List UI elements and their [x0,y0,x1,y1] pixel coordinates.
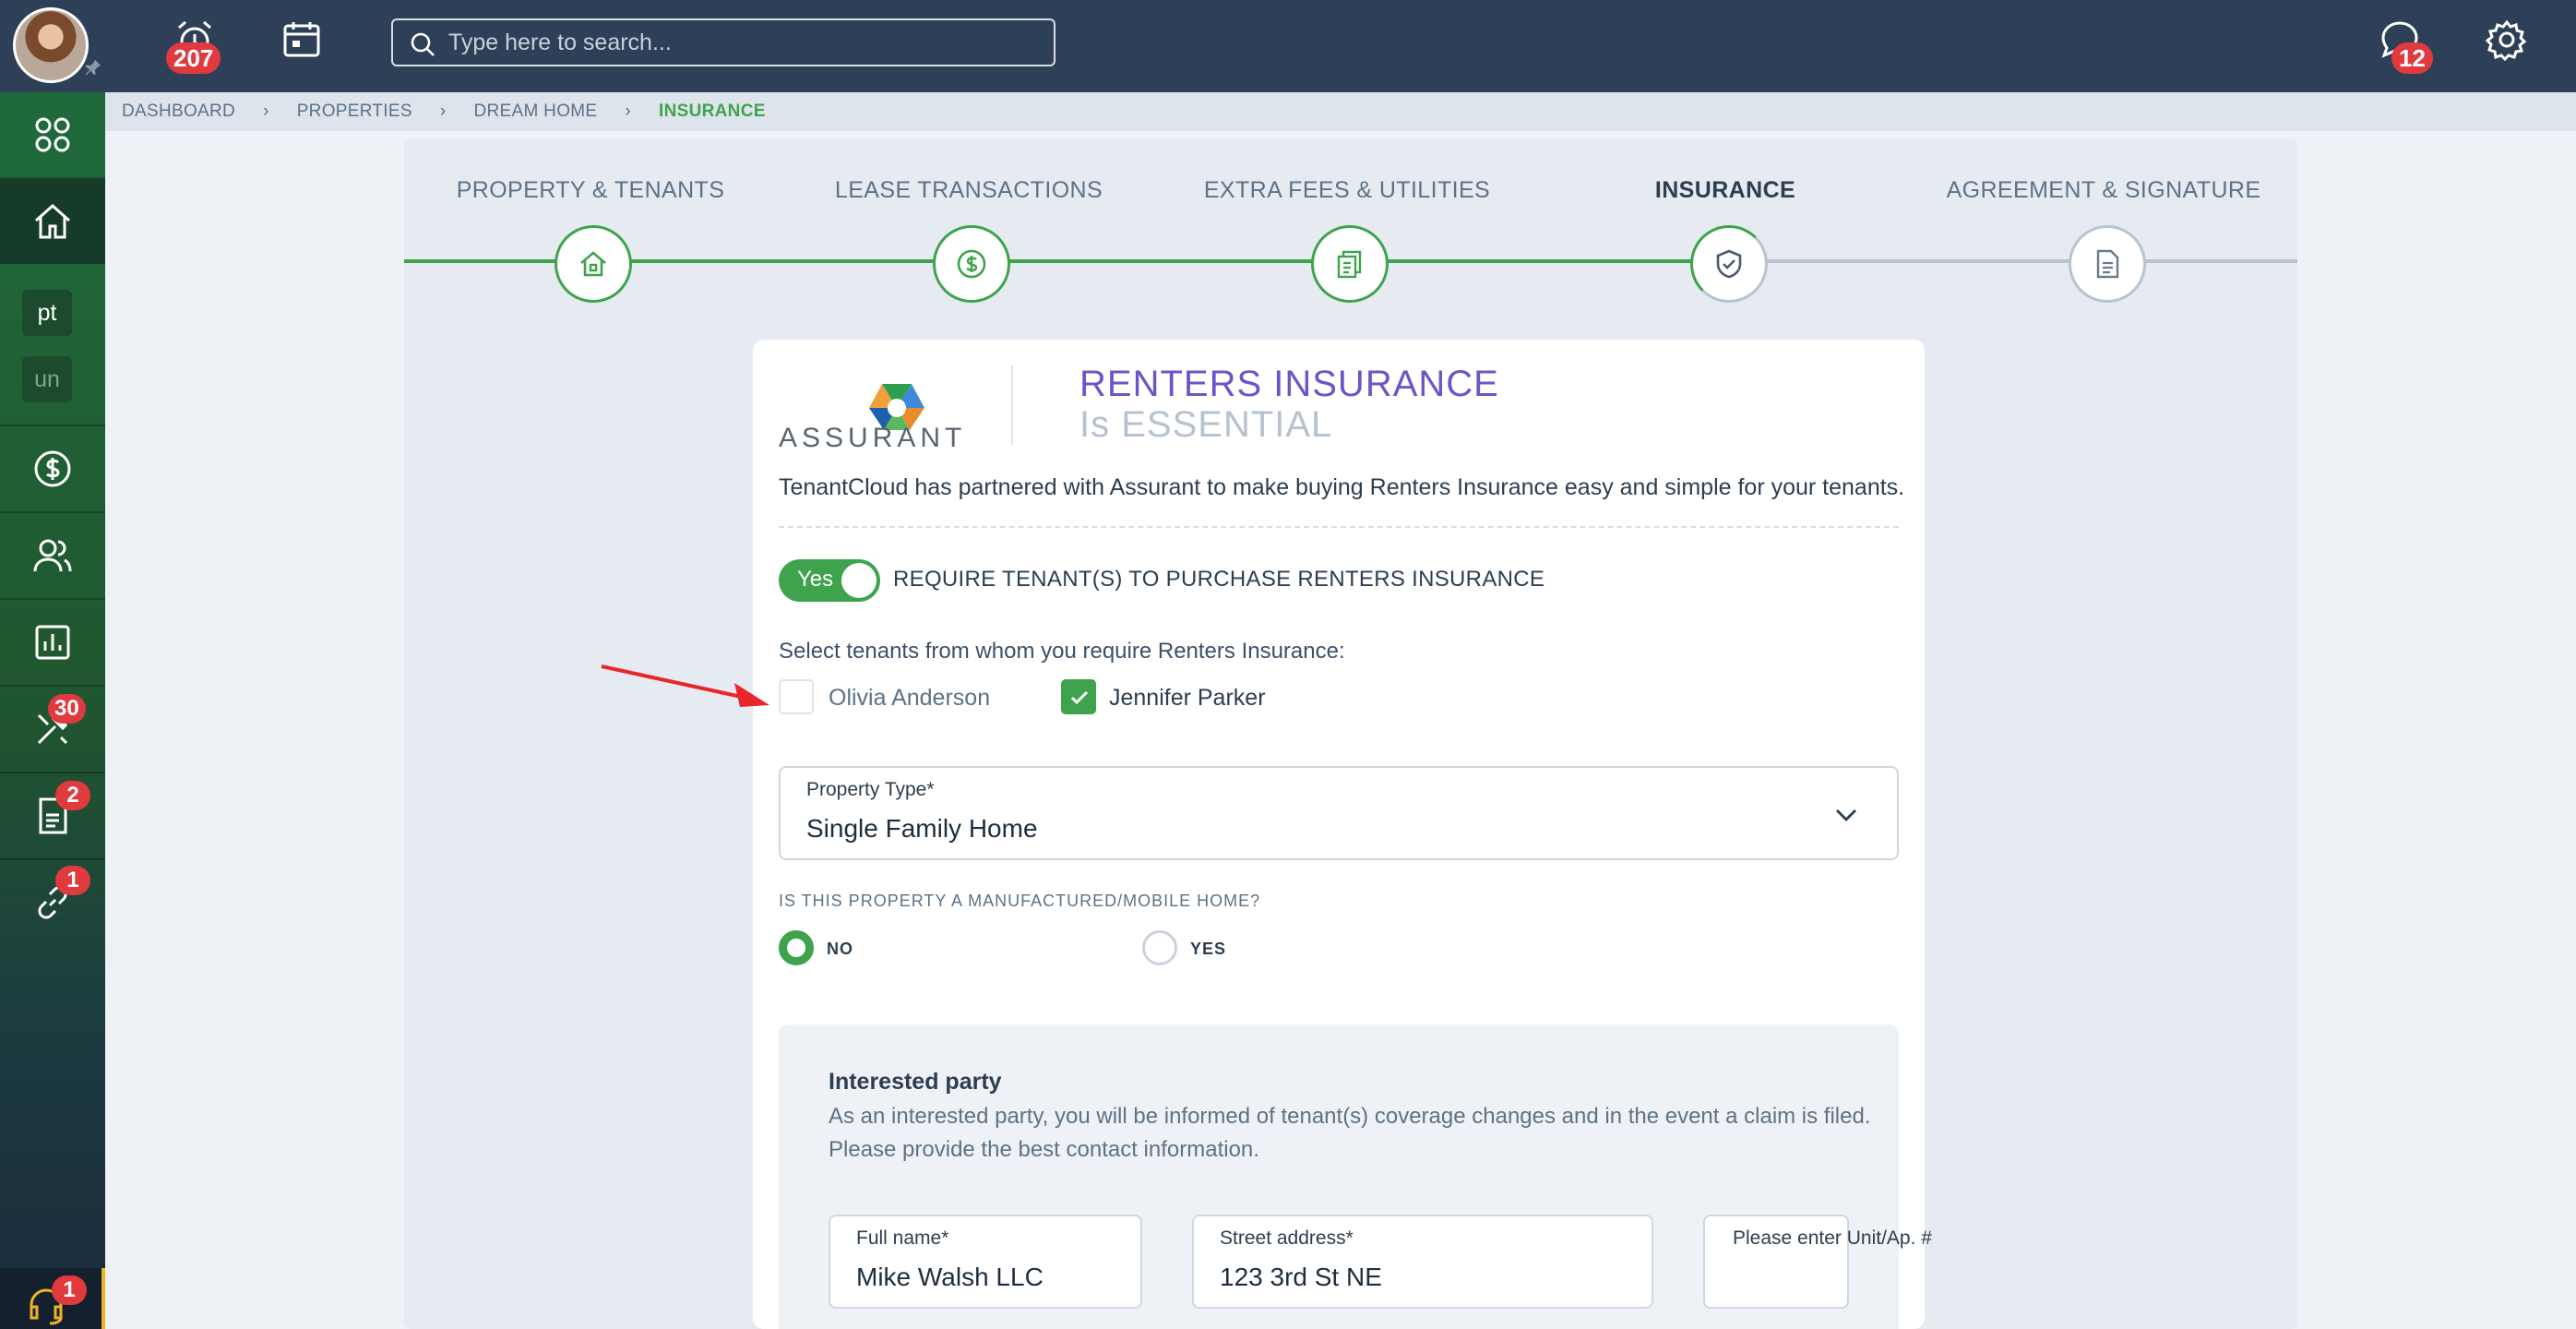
sidebar: pt un 30 2 1 1 [0,92,105,1329]
toggle-value: Yes [797,567,834,592]
alarm-badge: 207 [166,42,221,74]
calendar-icon[interactable] [280,18,323,61]
shield-check-icon [1716,249,1742,279]
messages-badge: 12 [2391,42,2433,74]
step-label-property-tenants[interactable]: PROPERTY & TENANTS [406,177,775,204]
step-label-agreement[interactable]: AGREEMENT & SIGNATURE [1919,177,2288,204]
unit-field[interactable]: Please enter Unit/Ap. # [1703,1215,1932,1309]
street-address-value: 123 3rd St NE [1220,1263,1382,1291]
sidebar-item-accounting[interactable] [0,426,105,511]
require-insurance-toggle[interactable]: Yes [779,559,880,602]
bills-icon [1337,250,1362,279]
pin-icon[interactable] [83,57,103,78]
breadcrumb-dashboard[interactable]: DASHBOARD [122,102,235,122]
radio-label-yes[interactable]: YES [1190,940,1226,959]
sidebar-item-contacts[interactable] [0,513,105,598]
step-label-insurance[interactable]: INSURANCE [1541,177,1910,204]
step-lease-transactions[interactable] [933,225,1010,303]
radio-label-no[interactable]: NO [827,940,853,959]
documents-badge: 2 [55,781,90,810]
step-insurance[interactable] [1690,225,1768,303]
unit-label: Please enter Unit/Ap. # [1733,1227,1932,1249]
sidebar-item-apps[interactable] [0,92,105,177]
toggle-knob [841,563,877,598]
dollar-icon [957,249,986,279]
assurant-wordmark: ASSURANT [779,423,967,453]
radio-mobile-no[interactable] [779,930,814,965]
tenant-checkbox-jennifer[interactable] [1061,679,1096,714]
step-extra-fees[interactable] [1311,225,1389,303]
step-agreement[interactable] [2069,225,2146,303]
links-badge: 1 [55,866,90,895]
gear-icon[interactable] [2486,18,2528,61]
breadcrumb: DASHBOARD › PROPERTIES › DREAM HOME › IN… [105,92,2576,131]
interested-party-title: Interested party [829,1069,1002,1095]
check-icon [1070,690,1089,705]
insurance-card: ASSURANT RENTERS INSURANCE Is ESSENTIAL … [753,340,1932,1329]
stepper-remaining-line [1729,259,2297,263]
interested-party-section: Interested party As an interested party,… [779,1024,1932,1329]
users-icon [33,539,72,572]
home-icon [35,203,70,239]
chevron-right-icon: › [263,102,269,121]
property-type-label: Property Type* [806,779,935,800]
grid-icon [35,117,70,152]
support-button[interactable]: 1 [0,1268,105,1329]
chevron-down-icon [1836,809,1856,821]
step-property-tenants[interactable] [555,225,632,303]
step-label-extra-fees[interactable]: EXTRA FEES & UTILITIES [1163,177,1532,204]
dollar-circle-icon [34,450,71,487]
radio-mobile-yes[interactable] [1142,930,1177,965]
select-tenants-label: Select tenants from whom you require Ren… [779,639,1345,664]
property-type-select[interactable]: Property Type* Single Family Home [779,766,1899,860]
search-icon [411,32,435,56]
support-badge: 1 [52,1275,87,1305]
breadcrumb-properties[interactable]: PROPERTIES [297,102,412,122]
sidebar-chip-un[interactable]: un [22,356,72,402]
sidebar-item-documents[interactable] [0,773,105,858]
tenant-name-jennifer[interactable]: Jennifer Parker [1109,685,1266,712]
search-box[interactable] [391,18,1055,66]
full-name-field[interactable]: Full name* Mike Walsh LLC [829,1215,1142,1309]
renters-insurance-subtitle: Is ESSENTIAL [1079,404,1333,445]
full-name-value: Mike Walsh LLC [856,1263,1044,1291]
full-name-label: Full name* [856,1227,949,1249]
step-label-lease-transactions[interactable]: LEASE TRANSACTIONS [784,177,1153,204]
sidebar-item-reports[interactable] [0,600,105,685]
mobile-home-question: IS THIS PROPERTY A MANUFACTURED/MOBILE H… [779,892,1261,910]
street-address-field[interactable]: Street address* 123 3rd St NE [1192,1215,1653,1309]
intro-text: TenantCloud has partnered with Assurant … [779,474,1905,500]
maintenance-badge: 30 [48,694,86,724]
logo-divider [1011,365,1013,445]
renters-insurance-title: RENTERS INSURANCE [1079,364,1499,404]
require-insurance-label: REQUIRE TENANT(S) TO PURCHASE RENTERS IN… [893,567,1545,592]
breadcrumb-insurance: INSURANCE [659,102,766,121]
avatar[interactable] [13,7,89,83]
chart-icon [35,625,70,660]
sidebar-item-links[interactable] [0,860,105,945]
sidebar-chip-pt[interactable]: pt [22,290,72,336]
top-bar: 207 12 [0,0,2576,92]
breadcrumb-dream-home[interactable]: DREAM HOME [473,102,597,122]
annotation-arrow-icon [601,664,769,707]
street-address-label: Street address* [1220,1227,1354,1249]
sidebar-item-properties[interactable] [0,179,105,264]
tenant-name-olivia[interactable]: Olivia Anderson [829,685,990,712]
search-input[interactable] [448,24,1039,61]
chevron-right-icon: › [439,102,447,121]
dashed-divider [779,526,1899,528]
property-type-value: Single Family Home [806,814,1038,843]
document-icon [2096,249,2119,279]
tenant-checkbox-olivia[interactable] [779,679,814,714]
chevron-right-icon: › [625,102,632,121]
interested-party-description: As an interested party, you will be info… [829,1104,1871,1162]
house-icon [580,251,606,277]
